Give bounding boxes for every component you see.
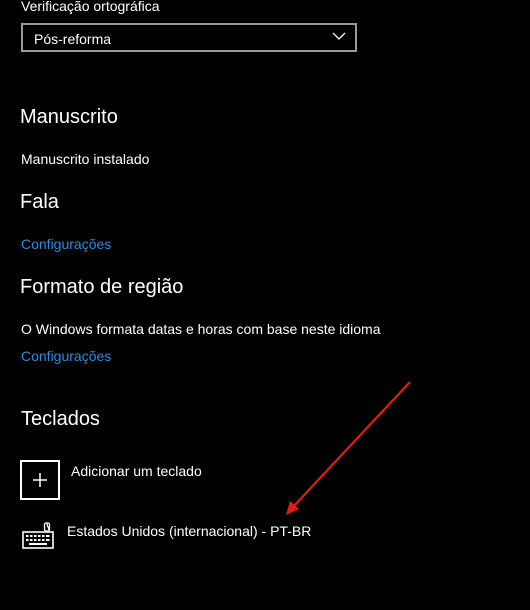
plus-icon — [33, 473, 47, 487]
add-keyboard-label[interactable]: Adicionar um teclado — [71, 463, 202, 479]
handwriting-heading: Manuscrito — [20, 106, 118, 128]
region-format-settings-link[interactable]: Configurações — [21, 348, 111, 364]
keyboard-item-label[interactable]: Estados Unidos (internacional) - PT-BR — [67, 523, 311, 539]
speech-settings-link[interactable]: Configurações — [21, 236, 111, 252]
region-format-heading: Formato de região — [20, 276, 184, 298]
spellcheck-label: Verificação ortográfica — [21, 0, 160, 14]
speech-heading: Fala — [20, 191, 59, 213]
red-arrow-annotation — [286, 381, 411, 515]
spellcheck-selected-value: Pós-reforma — [34, 31, 112, 47]
chevron-down-icon — [332, 32, 346, 40]
keyboards-heading: Teclados — [21, 408, 100, 430]
handwriting-status: Manuscrito instalado — [21, 151, 150, 167]
spellcheck-select[interactable]: Pós-reforma — [21, 23, 357, 52]
keyboard-icon — [22, 522, 54, 549]
add-keyboard-button[interactable] — [20, 460, 60, 500]
region-format-description: O Windows formata datas e horas com base… — [21, 321, 381, 337]
